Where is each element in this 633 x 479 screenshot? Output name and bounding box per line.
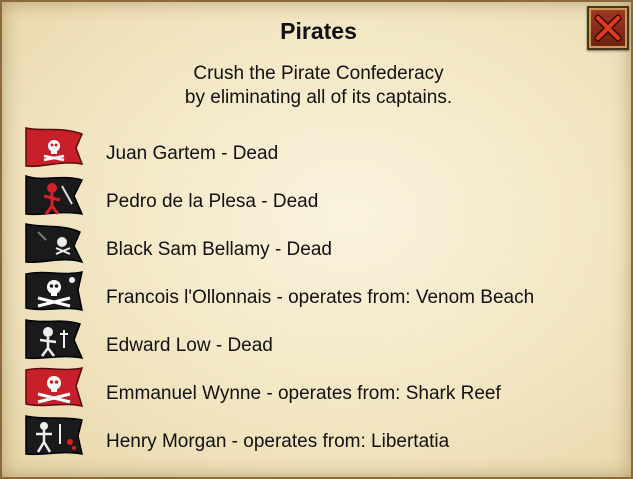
captain-label: Henry Morgan - operates from: Libertatia	[106, 431, 450, 452]
captain-label: Edward Low - Dead	[106, 335, 273, 356]
pirate-flag-red-skull-icon	[25, 127, 84, 168]
captain-label: Emmanuel Wynne - operates from: Shark Re…	[106, 383, 501, 404]
pirate-flag-red-skull-crossbones-icon	[25, 366, 84, 407]
close-icon	[594, 14, 622, 42]
captain-label: Juan Gartem - Dead	[106, 143, 279, 164]
dialog-description: Crush the Pirate Confederacy by eliminat…	[2, 62, 633, 110]
captain-label: Black Sam Bellamy - Dead	[106, 239, 332, 260]
pirates-dialog: Pirates Crush the Pirate Confederacy by …	[0, 0, 633, 479]
pirate-flag-black-skull-icon	[25, 223, 84, 264]
close-button[interactable]	[587, 6, 629, 50]
captain-label: Francois l'Ollonnais - operates from: Ve…	[106, 287, 535, 308]
dialog-title: Pirates	[280, 18, 357, 44]
pirate-flag-black-figure-icon	[25, 415, 83, 456]
description-line: by eliminating all of its captains.	[184, 87, 453, 108]
pirate-flag-black-red-skeleton-icon	[25, 174, 84, 216]
pirate-flag-black-skeleton-icon	[25, 319, 84, 360]
description-line: Crush the Pirate Confederacy	[193, 63, 444, 84]
pirate-flag-black-skull-crossbones-icon	[25, 271, 83, 311]
captain-label: Pedro de la Plesa - Dead	[106, 191, 319, 212]
